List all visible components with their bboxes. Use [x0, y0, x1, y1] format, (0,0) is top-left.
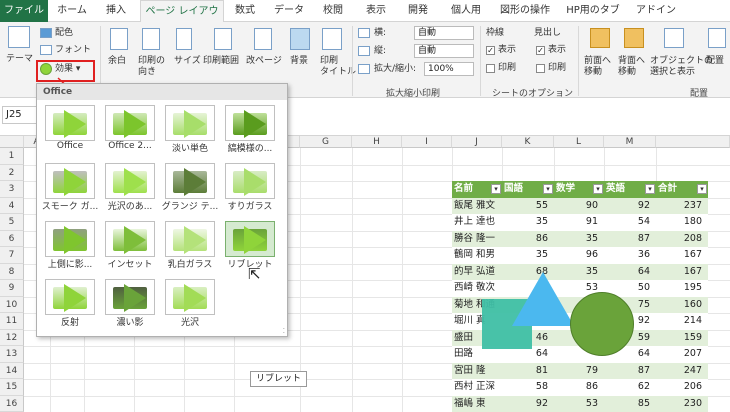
effect-option[interactable]: 淡い単色 [161, 102, 217, 154]
effect-option-label: 淡い単色 [171, 144, 208, 154]
effect-option-label: 光沢 [180, 318, 199, 328]
effect-thumbnail [165, 163, 215, 199]
effect-thumbnail [45, 105, 95, 141]
effect-option-label: すりガラス [227, 202, 273, 212]
mouse-cursor-icon: ⇱ [248, 265, 261, 283]
effect-option[interactable]: グランジ テ... [161, 160, 219, 212]
effect-option-label: グランジ テ... [161, 202, 219, 212]
preview-arrow-icon [124, 284, 146, 312]
effect-thumbnail [165, 221, 215, 257]
preview-arrow-icon [184, 284, 206, 312]
preview-arrow-icon [184, 226, 206, 254]
effect-thumbnail [105, 105, 155, 141]
effect-thumbnail [165, 105, 215, 141]
effect-option-label: Office 2... [108, 141, 152, 151]
effect-option[interactable]: 濃い影 [101, 276, 157, 328]
effect-tooltip: リブレット [250, 371, 308, 387]
effect-option-label: Office [56, 141, 84, 151]
effect-thumbnail [105, 163, 155, 199]
effect-option-label: 乳白ガラス [167, 260, 213, 270]
effect-thumbnail [225, 105, 275, 141]
effect-option[interactable]: 反射 [41, 276, 97, 328]
effects-gallery: Office Office Office 2... 淡い単色 縞模様の... スモーク … [36, 83, 288, 337]
effect-option-label: 縞模様の... [227, 144, 273, 154]
effect-thumbnail [105, 221, 155, 257]
preview-arrow-icon [124, 226, 146, 254]
preview-arrow-icon [64, 226, 86, 254]
effect-option[interactable]: 上側に影... [41, 218, 97, 270]
effect-option[interactable]: Office 2... [101, 102, 157, 154]
excel-window: ファイル ホーム 挿入 ページ レイアウト 数式 データ 校閲 表示 開発 個人… [0, 0, 730, 412]
effect-option[interactable]: 乳白ガラス [161, 218, 217, 270]
effect-option-label: 濃い影 [116, 318, 144, 328]
effect-option[interactable]: Office [41, 102, 97, 154]
preview-arrow-icon [244, 226, 266, 254]
preview-arrow-icon [64, 168, 86, 196]
effect-option-label: インセット [107, 260, 153, 270]
effect-option[interactable]: 縞模様の... [221, 102, 277, 154]
preview-arrow-icon [184, 110, 206, 138]
effect-thumbnail [45, 221, 95, 257]
preview-arrow-icon [124, 110, 146, 138]
preview-arrow-icon [184, 168, 206, 196]
effect-option[interactable]: 光沢 [161, 276, 217, 328]
gallery-header: Office [37, 84, 287, 100]
effect-option[interactable]: リブレット [221, 218, 277, 270]
effect-thumbnail [225, 163, 275, 199]
effect-option[interactable]: インセット [101, 218, 157, 270]
effect-option[interactable]: スモーク ガ... [41, 160, 99, 212]
preview-arrow-icon [244, 168, 266, 196]
effect-thumbnail [45, 279, 95, 315]
effect-thumbnail [225, 221, 275, 257]
effect-thumbnail [45, 163, 95, 199]
preview-arrow-icon [244, 110, 266, 138]
effect-thumbnail [165, 279, 215, 315]
preview-arrow-icon [64, 110, 86, 138]
preview-arrow-icon [64, 284, 86, 312]
effect-option-label: スモーク ガ... [41, 202, 99, 212]
preview-arrow-icon [124, 168, 146, 196]
effect-option[interactable]: 光沢のあ... [101, 160, 157, 212]
effect-option-label: 光沢のあ... [107, 202, 153, 212]
effect-thumbnail [105, 279, 155, 315]
resize-grip-icon[interactable]: ⁚ [283, 327, 285, 335]
effect-option-label: 反射 [60, 318, 79, 328]
effect-option-label: 上側に影... [47, 260, 93, 270]
effect-option[interactable]: すりガラス [221, 160, 277, 212]
